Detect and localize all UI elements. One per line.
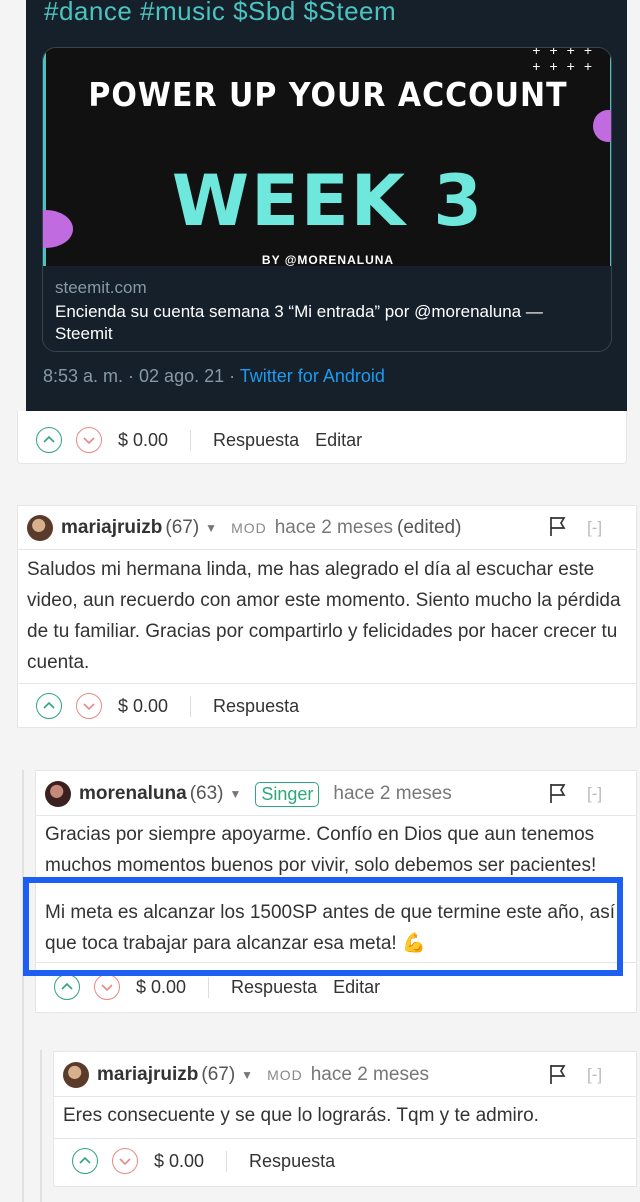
- user-badge: Singer: [255, 781, 320, 807]
- avatar[interactable]: [45, 781, 71, 807]
- reply-button[interactable]: Respuesta: [231, 977, 317, 998]
- upvote-icon[interactable]: [36, 427, 62, 453]
- collapse-toggle[interactable]: [-]: [587, 784, 602, 804]
- collapse-toggle[interactable]: [-]: [587, 518, 602, 538]
- link-preview-card[interactable]: ++++ ++++ POWER UP YOUR ACCOUNT WEEK 3 BY…: [42, 47, 612, 352]
- downvote-icon[interactable]: [112, 1148, 138, 1174]
- thread-line: [40, 1050, 42, 1202]
- comment-time[interactable]: hace 2 meses: [275, 517, 393, 539]
- header-divider: [35, 815, 637, 816]
- mod-label: MOD: [267, 1067, 303, 1083]
- card-week: WEEK 3: [171, 160, 485, 242]
- upvote-icon[interactable]: [72, 1148, 98, 1174]
- comment-author[interactable]: mariajruizb: [97, 1064, 198, 1086]
- tweet-timestamp[interactable]: 8:53 a. m. · 02 ago. 21 ·: [43, 366, 240, 386]
- post-action-bar: $ 0.00 Respuesta Editar: [36, 415, 378, 465]
- downvote-icon[interactable]: [76, 427, 102, 453]
- payout-amount[interactable]: $ 0.00: [118, 429, 192, 451]
- reply-button[interactable]: Respuesta: [213, 696, 299, 717]
- chevron-down-icon[interactable]: ▼: [241, 1068, 253, 1082]
- card-headline: POWER UP YOUR ACCOUNT: [88, 76, 568, 115]
- avatar[interactable]: [63, 1062, 89, 1088]
- header-divider: [17, 549, 637, 550]
- comment-body: Saludos mi hermana linda, me has alegrad…: [27, 559, 621, 673]
- upvote-icon[interactable]: [36, 693, 62, 719]
- comment-1-header: mariajruizb (67) ▼ MOD hace 2 meses (edi…: [27, 508, 461, 548]
- flag-icon[interactable]: [548, 782, 568, 810]
- tweet-meta: 8:53 a. m. · 02 ago. 21 · Twitter for An…: [43, 366, 385, 387]
- card-body: steemit.com Encienda su cuenta semana 3 …: [43, 266, 611, 351]
- reply-button[interactable]: Respuesta: [213, 430, 299, 451]
- edited-label: (edited): [397, 517, 462, 538]
- comment-3-action-bar: $ 0.00 Respuesta: [72, 1136, 351, 1186]
- chevron-down-icon[interactable]: ▼: [205, 521, 217, 535]
- flag-icon[interactable]: [548, 515, 568, 543]
- card-image: ++++ ++++ POWER UP YOUR ACCOUNT WEEK 3 BY…: [43, 48, 611, 266]
- author-reputation: (67): [165, 517, 200, 538]
- thread-line: [22, 770, 24, 1202]
- edit-button[interactable]: Editar: [315, 430, 362, 451]
- header-divider: [53, 1096, 637, 1097]
- card-byline: BY @MORENALUNA: [261, 253, 395, 266]
- comment-2-header: morenaluna (63) ▼ Singer hace 2 meses: [45, 774, 452, 814]
- card-title[interactable]: Encienda su cuenta semana 3 “Mi entrada”…: [55, 301, 599, 345]
- decor-blob-right: [593, 110, 611, 142]
- payout-amount[interactable]: $ 0.00: [118, 695, 192, 717]
- flag-icon[interactable]: [548, 1063, 568, 1091]
- comment-time[interactable]: hace 2 meses: [311, 1064, 429, 1086]
- downvote-icon[interactable]: [94, 974, 120, 1000]
- card-domain: steemit.com: [55, 278, 147, 297]
- comment-author[interactable]: mariajruizb: [61, 517, 162, 539]
- embedded-tweet: #dance #music $Sbd $Steem ++++ ++++ POWER…: [26, 0, 627, 411]
- comment-1-action-bar: $ 0.00 Respuesta: [36, 681, 315, 731]
- author-reputation: (67): [201, 1064, 236, 1085]
- upvote-icon[interactable]: [54, 974, 80, 1000]
- comment-time[interactable]: hace 2 meses: [333, 783, 451, 805]
- downvote-icon[interactable]: [76, 693, 102, 719]
- tweet-source[interactable]: Twitter for Android: [240, 366, 385, 386]
- comment-author[interactable]: morenaluna: [79, 783, 187, 805]
- payout-amount[interactable]: $ 0.00: [136, 976, 210, 998]
- comment-body: Eres consecuente y se que lo lograrás. T…: [63, 1105, 539, 1126]
- reply-button[interactable]: Respuesta: [249, 1151, 335, 1172]
- avatar[interactable]: [27, 515, 53, 541]
- tweet-hashtags[interactable]: #dance #music $Sbd $Steem: [44, 0, 396, 27]
- collapse-toggle[interactable]: [-]: [587, 1065, 602, 1085]
- comment-body-p1: Gracias por siempre apoyarme. Confío en …: [45, 824, 597, 876]
- mod-label: MOD: [231, 520, 267, 536]
- comment-3-header: mariajruizb (67) ▼ MOD hace 2 meses: [63, 1055, 429, 1095]
- author-reputation: (63): [189, 783, 224, 804]
- highlight-box: [23, 877, 623, 976]
- edit-button[interactable]: Editar: [333, 977, 380, 998]
- chevron-down-icon[interactable]: ▼: [230, 787, 242, 801]
- payout-amount[interactable]: $ 0.00: [154, 1150, 228, 1172]
- sparkle-decoration-icon: ++++ ++++: [532, 48, 601, 74]
